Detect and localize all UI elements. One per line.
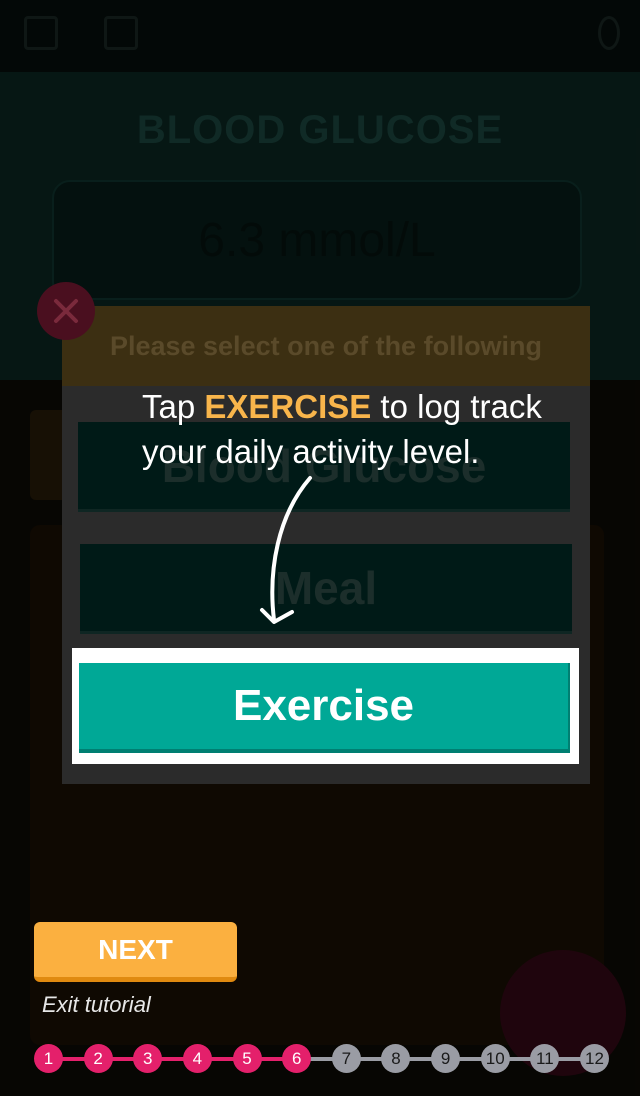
meal-option: Meal	[80, 544, 572, 634]
progress-step: 11	[530, 1044, 560, 1073]
progress-step: 9	[431, 1044, 461, 1073]
dialog-header: Please select one of the following	[62, 306, 590, 386]
progress-step: 10	[480, 1044, 510, 1073]
tooltip-keyword: EXERCISE	[204, 388, 372, 425]
progress-step: 12	[580, 1044, 609, 1073]
progress-step: 7	[331, 1044, 361, 1073]
tooltip-prefix: Tap	[142, 388, 205, 425]
progress-step: 5	[232, 1044, 262, 1073]
pointer-arrow-icon	[260, 476, 312, 624]
progress-step: 8	[381, 1044, 411, 1073]
close-dialog-button	[37, 282, 95, 340]
tutorial-tooltip: Tap EXERCISE to log track your daily act…	[142, 384, 562, 474]
progress-step: 2	[83, 1044, 113, 1073]
progress-step: 1	[34, 1044, 63, 1073]
exercise-option-button[interactable]: Exercise	[79, 663, 570, 753]
progress-step: 6	[282, 1044, 312, 1073]
next-button[interactable]: NEXT	[34, 922, 237, 982]
close-icon	[54, 299, 78, 323]
exit-tutorial-link[interactable]: Exit tutorial	[42, 992, 151, 1018]
progress-step: 4	[182, 1044, 212, 1073]
tutorial-progress: 1 2 3 4 5 6 7 8 9 10 11 12	[34, 1044, 609, 1074]
progress-step: 3	[133, 1044, 163, 1073]
